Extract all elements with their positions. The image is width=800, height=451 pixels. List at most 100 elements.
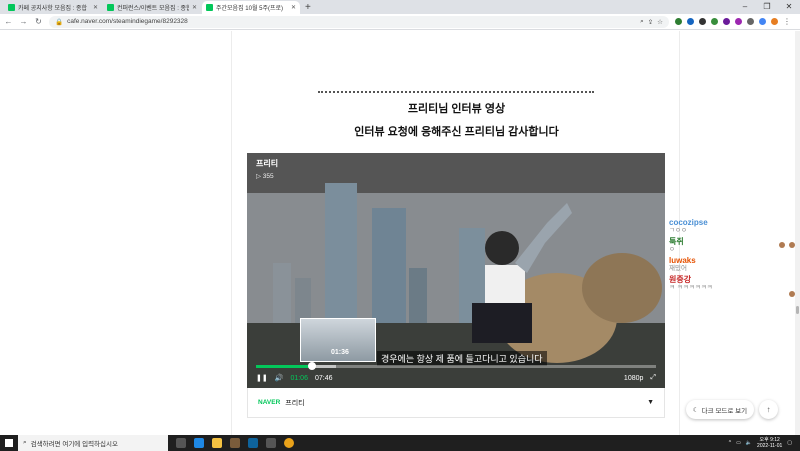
quality-selector[interactable]: 1080p (624, 375, 643, 382)
page-scrollbar[interactable] (795, 31, 800, 435)
app-icon[interactable] (266, 438, 276, 448)
chat-message: 재밌어 (669, 265, 687, 272)
chat-avatar-icon (779, 242, 785, 248)
vscode-icon[interactable] (248, 438, 258, 448)
more-menu-icon[interactable]: ⋮ (783, 17, 791, 26)
chat-message: ㅋ ㅋㅋㅋㅋㅋㅋ (669, 284, 713, 291)
minimize-icon[interactable]: – (734, 0, 756, 14)
file-explorer-icon[interactable] (212, 438, 222, 448)
extensions-bar: ⋮ (675, 17, 791, 26)
reload-icon[interactable]: ↻ (34, 17, 43, 26)
url-text: cafe.naver.com/steamindiegame/8292328 (67, 18, 188, 25)
search-icon[interactable]: ⌕ (640, 18, 644, 26)
dark-mode-label: 다크 모드로 보기 (701, 407, 748, 415)
taskbar-search[interactable]: ⌕ 검색하려면 여기에 입력하십시오 (18, 435, 168, 451)
chrome-icon[interactable] (284, 438, 294, 448)
chat-item: cocozipse ㄱㅇㅇ (669, 218, 794, 235)
maximize-icon[interactable]: ❐ (756, 0, 778, 14)
taskbar-clock[interactable]: 오후 9:12 2022-11-01 (757, 437, 782, 449)
page-content: 프리티님 인터뷰 영상 인터뷰 요청에 응해주신 프리티님 감사합니다 프리티 … (0, 31, 800, 435)
browser-tab[interactable]: 카페 공지사항 모음집 : 종합 ✕ (4, 1, 102, 14)
scrollbar-thumb[interactable] (796, 306, 799, 314)
network-icon[interactable]: ▭ (736, 440, 741, 446)
chat-nickname: cocozipse (669, 218, 708, 227)
video-player[interactable]: 프리티 ▷ 355 01:36 경우에는 항상 제 품에 들고다니고 있습니다 … (247, 153, 665, 388)
total-duration: 07:46 (314, 374, 333, 382)
chat-overlay: cocozipse ㄱㅇㅇ 툭쥐 ㅇ luwaks 재밌어 원중강 ㅋ ㅋㅋㅋㅋ… (669, 218, 794, 294)
chat-message: ㅇ (669, 246, 675, 253)
browser-tab[interactable]: 컨퍼런스/이벤트 모음집 : 종합 커뮤 ✕ (103, 1, 201, 14)
close-tab-icon[interactable]: ✕ (291, 4, 296, 11)
browser-toolbar: ← → ↻ 🔒 cafe.naver.com/steamindiegame/82… (0, 14, 800, 30)
close-tab-icon[interactable]: ✕ (192, 4, 197, 11)
extension-icon[interactable] (711, 18, 718, 25)
share-icon[interactable]: ⇪ (648, 18, 653, 26)
video-footer: NAVER 프리티 ▼ (247, 388, 665, 418)
notification-icon[interactable]: ▢ (787, 440, 792, 446)
minecraft-icon[interactable] (230, 438, 240, 448)
sidebar-icon[interactable] (759, 18, 766, 25)
chat-message: ㄱㅇㅇ (669, 227, 687, 234)
taskbar-apps (168, 438, 294, 448)
naver-cafe-favicon-icon (8, 4, 15, 11)
fullscreen-icon[interactable]: ⤢ (650, 374, 656, 382)
video-subtitle: 경우에는 항상 제 품에 들고다니고 있습니다 (377, 351, 547, 366)
taskbar-search-placeholder: 검색하려면 여기에 입력하십시오 (30, 441, 118, 448)
clock-date: 2022-11-01 (757, 443, 783, 449)
system-tray: ^ ▭ 🔈 오후 9:12 2022-11-01 ▢ (729, 435, 800, 451)
chat-nickname: luwaks (669, 256, 696, 265)
close-tab-icon[interactable]: ✕ (93, 4, 98, 11)
chat-item: luwaks 재밌어 (669, 256, 794, 273)
progress-scrubber-handle[interactable] (308, 362, 316, 370)
scroll-to-top-button[interactable]: ↑ (759, 400, 778, 419)
volume-icon[interactable]: 🔈 (746, 440, 752, 446)
chat-nickname: 원중강 (669, 275, 692, 284)
dotted-divider (318, 91, 594, 93)
tray-chevron-icon[interactable]: ^ (729, 440, 731, 446)
video-channel-title[interactable]: 프리티 (256, 158, 278, 169)
close-window-icon[interactable]: ✕ (778, 0, 800, 14)
tab-title: 컨퍼런스/이벤트 모음집 : 종합 커뮤 (117, 6, 189, 12)
tab-title: 주간모음집 10월 5주(프로) (216, 6, 284, 12)
naver-cafe-favicon-icon (206, 4, 213, 11)
browser-tab-active[interactable]: 주간모음집 10월 5주(프로) ✕ (202, 1, 300, 14)
article-body: 프리티님 인터뷰 영상 인터뷰 요청에 응해주신 프리티님 감사합니다 프리티 … (231, 31, 680, 435)
back-arrow-icon[interactable]: ← (4, 17, 13, 26)
profile-avatar-icon[interactable] (771, 18, 778, 25)
naver-cafe-favicon-icon (107, 4, 114, 11)
forward-arrow-icon[interactable]: → (19, 17, 28, 26)
chat-item: 툭쥐 ㅇ (669, 237, 794, 254)
video-controls: ❚❚ 🔊 01:06 07:46 1080p ⤢ (256, 372, 656, 384)
task-view-icon[interactable] (176, 438, 186, 448)
new-tab-button[interactable]: + (305, 1, 311, 14)
extension-icon[interactable] (723, 18, 730, 25)
naver-logo: NAVER (258, 399, 281, 406)
progress-played (256, 365, 312, 368)
video-view-count: ▷ 355 (256, 173, 274, 180)
start-button[interactable] (0, 435, 18, 451)
window-controls: – ❐ ✕ (734, 0, 800, 14)
star-icon[interactable]: ☆ (657, 18, 663, 26)
pause-icon[interactable]: ❚❚ (256, 374, 268, 382)
extension-icon[interactable] (675, 18, 682, 25)
current-time: 01:06 (290, 374, 308, 382)
lock-icon: 🔒 (55, 18, 64, 26)
search-icon: ⌕ (23, 439, 27, 446)
seek-preview-time: 01:36 (331, 349, 349, 356)
address-bar[interactable]: 🔒 cafe.naver.com/steamindiegame/8292328 … (49, 15, 669, 28)
browser-tabbar: 카페 공지사항 모음집 : 종합 ✕ 컨퍼런스/이벤트 모음집 : 종합 커뮤 … (0, 0, 800, 14)
chat-item: 원중강 ㅋ ㅋㅋㅋㅋㅋㅋ (669, 275, 794, 292)
moon-icon: ☾ (692, 406, 699, 414)
caret-down-icon[interactable]: ▼ (647, 399, 654, 406)
tab-title: 카페 공지사항 모음집 : 종합 (18, 6, 88, 12)
extension-icon[interactable] (699, 18, 706, 25)
volume-icon[interactable]: 🔊 (275, 374, 284, 382)
extension-icon[interactable] (735, 18, 742, 25)
extension-icon[interactable] (687, 18, 694, 25)
edge-icon[interactable] (194, 438, 204, 448)
article-subheading: 인터뷰 요청에 응해주신 프리티님 감사합니다 (354, 126, 559, 138)
dark-mode-button[interactable]: ☾ 다크 모드로 보기 (686, 400, 754, 419)
video-footer-channel[interactable]: 프리티 (285, 398, 642, 408)
video-progress-bar[interactable] (256, 365, 656, 368)
puzzle-icon[interactable] (747, 18, 754, 25)
